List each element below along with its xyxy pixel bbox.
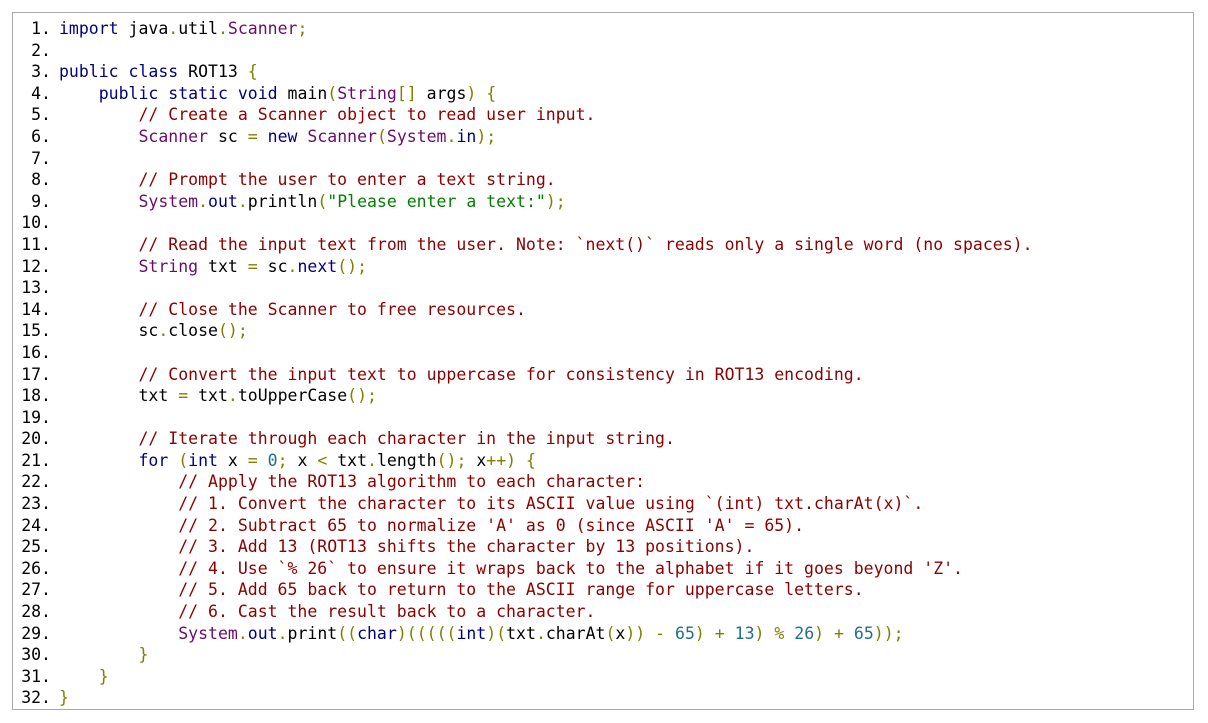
code-block: 1. import java.util.Scanner; 2. 3. public cl… bbox=[12, 12, 1194, 710]
code-line: 24. // 2. Subtract 65 to normalize 'A' a… bbox=[13, 515, 1193, 537]
code-line: 27. // 5. Add 65 back to return to the A… bbox=[13, 579, 1193, 601]
code-line: 32.} bbox=[13, 687, 1193, 709]
code-text: // 1. Convert the character to its ASCII… bbox=[178, 494, 924, 514]
code-line: 14. // Close the Scanner to free resourc… bbox=[13, 299, 1193, 321]
code-text: // 2. Subtract 65 to normalize 'A' as 0 … bbox=[178, 515, 805, 535]
line-number: 23. bbox=[21, 494, 51, 514]
line-number: 31. bbox=[21, 666, 51, 686]
code-line: 4. public static void main(String[] args… bbox=[13, 83, 1193, 105]
line-number: 1. bbox=[31, 19, 51, 38]
line-number: 12. bbox=[21, 256, 51, 276]
line-number: 32. bbox=[21, 688, 51, 708]
line-number: 3. bbox=[31, 62, 51, 82]
line-number: 19. bbox=[21, 407, 51, 427]
line-number: 25. bbox=[21, 537, 51, 557]
code-text: // 4. Use `% 26` to ensure it wraps back… bbox=[178, 558, 963, 578]
code-line: 23. // 1. Convert the character to its A… bbox=[13, 493, 1193, 515]
code-content: 1. import java.util.Scanner; 2. 3. public cl… bbox=[13, 18, 1193, 709]
code-text: // 6. Cast the result back to a characte… bbox=[178, 602, 596, 622]
code-line: 13. bbox=[13, 277, 1193, 299]
line-number: 15. bbox=[21, 321, 51, 341]
code-text: public class ROT13 { bbox=[59, 62, 258, 82]
code-line: 30. } bbox=[13, 644, 1193, 666]
line-number: 18. bbox=[21, 386, 51, 406]
code-line: 3. public class ROT13 { bbox=[13, 61, 1193, 83]
code-line: 31. } bbox=[13, 666, 1193, 688]
code-text: System.out.println("Please enter a text:… bbox=[138, 191, 566, 211]
line-number: 28. bbox=[21, 602, 51, 622]
code-text: System.out.print((char)(((((int)(txt.cha… bbox=[178, 623, 904, 643]
line-number: 11. bbox=[21, 234, 51, 254]
code-line: 11. // Read the input text from the user… bbox=[13, 234, 1193, 256]
code-line: 19. bbox=[13, 407, 1193, 429]
code-line: 5. // Create a Scanner object to read us… bbox=[13, 104, 1193, 126]
line-number: 7. bbox=[31, 148, 51, 168]
code-text: // Apply the ROT13 algorithm to each cha… bbox=[178, 472, 646, 492]
line-number: 27. bbox=[21, 580, 51, 600]
line-number: 16. bbox=[21, 342, 51, 362]
code-text: // Create a Scanner object to read user … bbox=[138, 105, 596, 125]
code-text: Scanner sc = new Scanner(System.in); bbox=[138, 126, 497, 146]
code-text: public static void main(String[] args) { bbox=[98, 83, 497, 103]
code-line: 28. // 6. Cast the result back to a char… bbox=[13, 601, 1193, 623]
code-text: for (int x = 0; x < txt.length(); x++) { bbox=[138, 450, 536, 470]
code-line: 8. // Prompt the user to enter a text st… bbox=[13, 169, 1193, 191]
line-number: 24. bbox=[21, 515, 51, 535]
code-line: 17. // Convert the input text to upperca… bbox=[13, 364, 1193, 386]
code-text: // 5. Add 65 back to return to the ASCII… bbox=[178, 580, 864, 600]
code-text: // 3. Add 13 (ROT13 shifts the character… bbox=[178, 537, 755, 557]
line-number: 21. bbox=[21, 450, 51, 470]
code-text: import java.util.Scanner; bbox=[59, 19, 308, 38]
code-line: 12. String txt = sc.next(); bbox=[13, 256, 1193, 278]
code-line: 22. // Apply the ROT13 algorithm to each… bbox=[13, 471, 1193, 493]
code-text: String txt = sc.next(); bbox=[138, 256, 368, 276]
code-text: } bbox=[138, 645, 149, 665]
code-line: 10. bbox=[13, 212, 1193, 234]
line-number: 22. bbox=[21, 472, 51, 492]
code-line: 1. import java.util.Scanner; bbox=[13, 18, 1193, 40]
code-line: 21. for (int x = 0; x < txt.length(); x+… bbox=[13, 450, 1193, 472]
code-text: sc.close(); bbox=[138, 321, 248, 341]
code-line: 9. System.out.println("Please enter a te… bbox=[13, 191, 1193, 213]
line-number: 17. bbox=[21, 364, 51, 384]
line-number: 8. bbox=[31, 170, 51, 190]
line-number: 30. bbox=[21, 645, 51, 665]
code-text: // Convert the input text to uppercase f… bbox=[138, 364, 864, 384]
code-text: txt = txt.toUpperCase(); bbox=[138, 386, 377, 406]
code-text: } bbox=[59, 688, 69, 708]
code-text: // Prompt the user to enter a text strin… bbox=[138, 170, 556, 190]
line-number: 4. bbox=[31, 83, 51, 103]
code-line: 18. txt = txt.toUpperCase(); bbox=[13, 385, 1193, 407]
code-line: 20. // Iterate through each character in… bbox=[13, 428, 1193, 450]
line-number: 2. bbox=[31, 40, 51, 60]
code-text: // Iterate through each character in the… bbox=[138, 429, 675, 449]
line-number: 29. bbox=[21, 623, 51, 643]
line-number: 26. bbox=[21, 558, 51, 578]
code-line: 6. Scanner sc = new Scanner(System.in); bbox=[13, 126, 1193, 148]
code-text: // Read the input text from the user. No… bbox=[138, 234, 1033, 254]
line-number: 20. bbox=[21, 429, 51, 449]
line-number: 14. bbox=[21, 299, 51, 319]
line-number: 9. bbox=[31, 191, 51, 211]
line-number: 6. bbox=[31, 126, 51, 146]
code-text: // Close the Scanner to free resources. bbox=[138, 299, 526, 319]
code-line: 15. sc.close(); bbox=[13, 320, 1193, 342]
code-text: } bbox=[98, 666, 109, 686]
line-number: 10. bbox=[21, 213, 51, 233]
code-line: 16. bbox=[13, 342, 1193, 364]
line-number: 5. bbox=[31, 105, 51, 125]
code-line: 2. bbox=[13, 40, 1193, 62]
line-number: 13. bbox=[21, 278, 51, 298]
code-line: 26. // 4. Use `% 26` to ensure it wraps … bbox=[13, 558, 1193, 580]
code-line: 25. // 3. Add 13 (ROT13 shifts the chara… bbox=[13, 536, 1193, 558]
code-line: 7. bbox=[13, 148, 1193, 170]
code-line: 29. System.out.print((char)(((((int)(txt… bbox=[13, 623, 1193, 645]
